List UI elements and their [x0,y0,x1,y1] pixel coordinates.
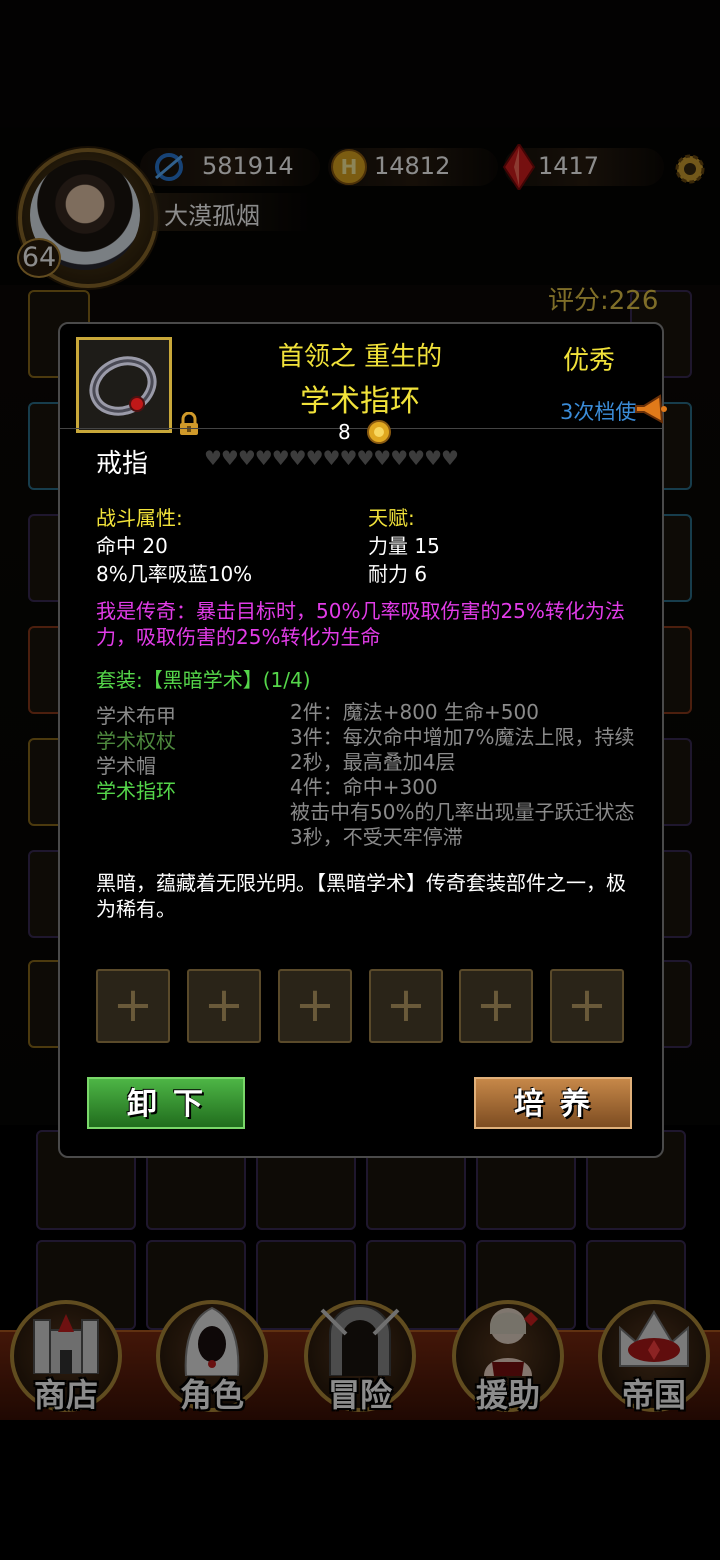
plus-icon: + [294,977,336,1033]
plus-icon: + [203,977,245,1033]
plus-icon: + [385,977,427,1033]
horn-icon[interactable] [634,394,668,424]
set-heading: 套装:【黑暗学术】(1/4) [96,668,311,692]
gem-socket[interactable]: + [278,969,352,1043]
set-piece: 学术指环 [96,779,176,803]
combat-stat: 8%几率吸蓝10% [96,562,253,586]
lock-icon[interactable] [177,412,201,436]
plus-icon: + [475,977,517,1033]
coin-icon [367,420,391,444]
talent-heading: 天赋: [368,506,415,530]
item-title-name: 学术指环 [300,384,420,419]
set-bonus: 3件：每次命中增加7%魔法上限，持续2秒，最高叠加4层 [290,725,635,774]
title-divider [60,428,662,429]
gem-socket[interactable]: + [369,969,443,1043]
plus-icon: + [566,977,608,1033]
enhance-hearts: ♥♥♥♥♥♥♥♥♥♥♥♥♥♥♥ [204,446,459,470]
unequip-button[interactable]: 卸下 [85,1075,247,1131]
item-type: 戒指 [96,449,149,479]
combat-stat: 命中 20 [96,534,168,558]
item-quality: 优秀 [563,346,616,376]
item-description: 黑暗，蕴藏着无限光明。【黑暗学术】传奇套装部件之一，极为稀有。 [96,871,626,921]
item-title-prefix: 首领之 重生的 [277,342,443,372]
plus-icon: + [112,977,154,1033]
set-bonus: 被击中有50%的几率出现量子跃迁状态3秒，不受天牢停滞 [290,800,635,849]
talent-stat: 耐力 6 [368,562,428,586]
ring-icon [89,356,157,416]
train-button[interactable]: 培养 [472,1075,634,1131]
combat-stats-heading: 战斗属性: [96,506,183,530]
gem-socket[interactable]: + [550,969,624,1043]
set-bonus: 4件：命中+300 [290,775,438,799]
item-times-label: 3次档使 [560,400,637,424]
gem-socket[interactable]: + [459,969,533,1043]
set-bonus: 2件：魔法+800 生命+500 [290,700,539,724]
item-thumbnail [76,337,172,433]
gem-socket[interactable]: + [187,969,261,1043]
legend-effect: 我是传奇：暴击目标时，50%几率吸取伤害的25%转化为法力，吸取伤害的25%转化… [96,599,625,649]
gem-socket[interactable]: + [96,969,170,1043]
item-price: 8 [338,420,351,444]
talent-stat: 力量 15 [368,534,440,558]
